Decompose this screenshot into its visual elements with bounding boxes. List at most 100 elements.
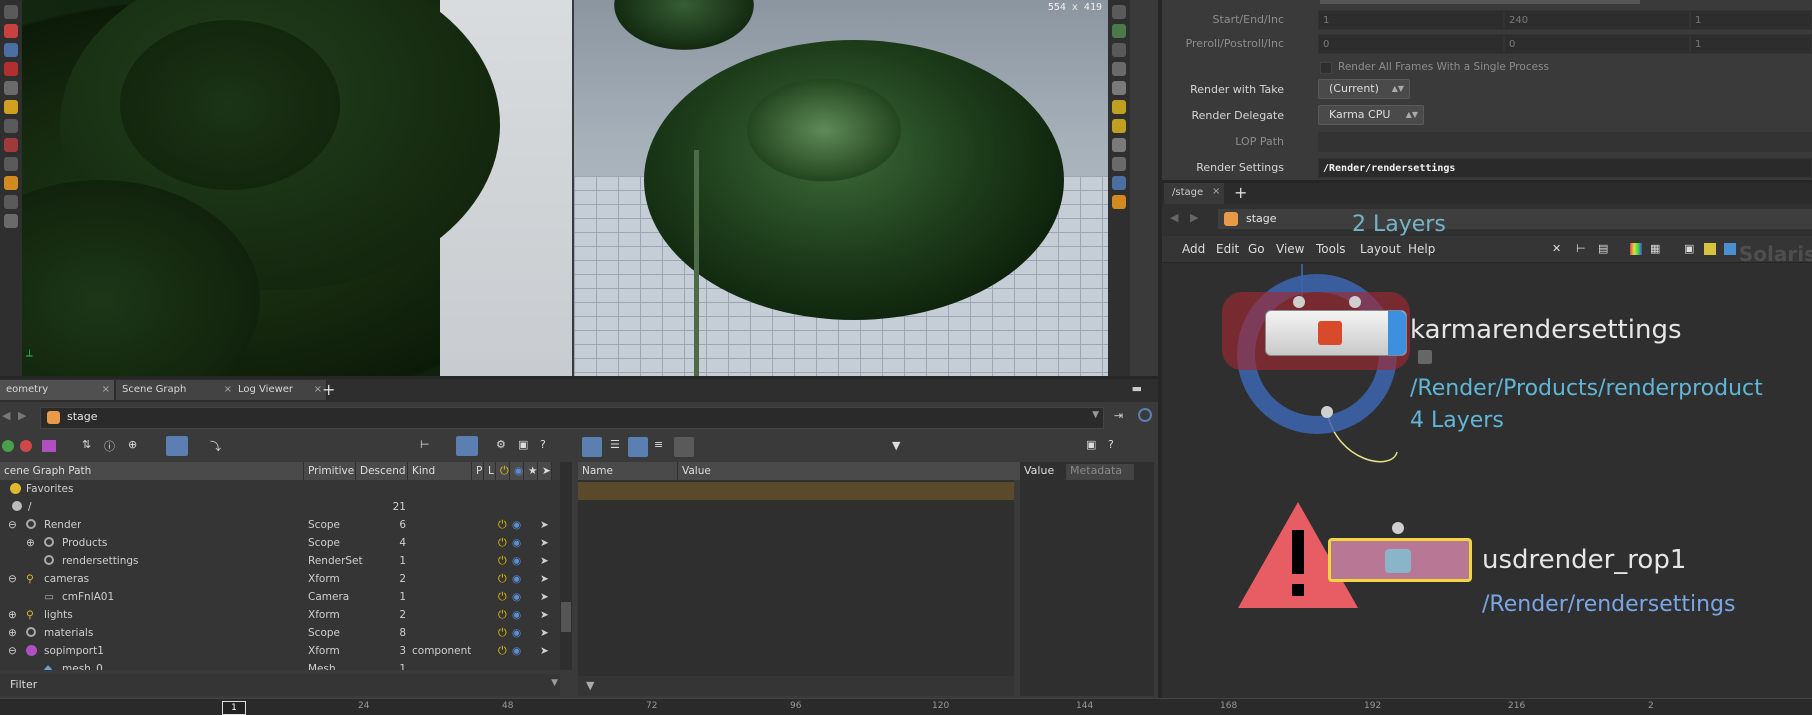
camera-save-icon[interactable]: ▣ (518, 438, 528, 451)
brush-tool-icon[interactable] (4, 138, 18, 152)
help-icon[interactable]: ? (1108, 438, 1114, 451)
select-icon[interactable]: ➤ (540, 588, 549, 606)
table-row[interactable]: rendersettings RenderSet 1 ⏻ ◉ ➤ (0, 552, 560, 570)
expand-toggle-icon[interactable]: ⊖ (8, 516, 17, 534)
table-row[interactable]: / 21 (0, 498, 560, 516)
back-icon[interactable]: ◀ (2, 409, 10, 422)
active-icon[interactable]: ⏻ (498, 642, 507, 660)
lop-path-field[interactable] (1318, 132, 1812, 152)
display-flag[interactable] (1388, 311, 1406, 355)
table-row[interactable]: ⊕ ⚲ lights Xform 2 ⏻ ◉ ➤ (0, 606, 560, 624)
tab-geometry-spreadsheet[interactable]: eometry Spreadsheet× (0, 380, 115, 415)
col-load[interactable]: L (484, 462, 496, 480)
expand-toggle-icon[interactable]: ⊕ (26, 534, 35, 552)
active-icon[interactable]: ⏻ (498, 552, 507, 570)
timeline[interactable]: 1 24 48 72 96 120 144 168 192 216 2 (0, 698, 1812, 715)
selected-property-row[interactable] (578, 482, 1014, 500)
expand-toggle-icon[interactable]: ⊕ (8, 606, 17, 624)
shading-icon[interactable] (1112, 24, 1126, 38)
col-payload[interactable]: P (472, 462, 484, 480)
select-icon[interactable]: ➤ (540, 606, 549, 624)
inc-field[interactable]: 1 (1690, 10, 1812, 30)
network-editor[interactable]: /stage × + ◀ ▶ stage Add Edit Go View To… (1162, 182, 1812, 698)
active-icon[interactable]: ⏻ (498, 588, 507, 606)
vertical-divider[interactable] (1158, 0, 1162, 698)
preroll-field[interactable]: 0 (1318, 34, 1504, 54)
input-connector[interactable] (1349, 296, 1361, 308)
sort-icon[interactable]: ⇅ (82, 438, 91, 451)
search-icon[interactable]: ⊕ (128, 438, 137, 451)
expand-toggle-icon[interactable]: ⊖ (8, 570, 17, 588)
tab-metadata[interactable]: Metadata (1066, 464, 1134, 480)
funnel-icon[interactable]: ▼ (586, 679, 594, 692)
end-field[interactable]: 240 (1504, 10, 1690, 30)
handle-tool-icon[interactable] (4, 81, 18, 95)
rows-view-icon[interactable]: ≡ (654, 438, 663, 451)
param-scrollbar[interactable] (1320, 0, 1640, 4)
table-row[interactable]: ⊕ Products Scope 4 ⏻ ◉ ➤ (0, 534, 560, 552)
view-tool-icon[interactable] (4, 119, 18, 133)
lock-camera-icon[interactable] (1112, 43, 1126, 57)
horizontal-divider[interactable] (0, 376, 1158, 379)
table-row[interactable]: ▭ cmFnlA01 Camera 1 ⏻ ◉ ➤ (0, 588, 560, 606)
render-settings-field[interactable]: /Render/rendersettings (1318, 158, 1812, 178)
col-kind[interactable]: Kind (408, 462, 472, 480)
col-power-icon[interactable]: ⏻ (496, 462, 510, 480)
visible-icon[interactable]: ◉ (512, 642, 521, 660)
expand-toggle-icon[interactable]: ⊖ (8, 642, 17, 660)
table-row[interactable]: ⊖ Render Scope 6 ⏻ ◉ ➤ (0, 516, 560, 534)
col-visibility-icon[interactable]: ◉ (510, 462, 524, 480)
render-all-frames-checkbox[interactable] (1320, 62, 1332, 74)
visible-icon[interactable]: ◉ (512, 570, 521, 588)
select-icon[interactable]: ➤ (540, 624, 549, 642)
visible-icon[interactable]: ◉ (512, 552, 521, 570)
tree-view-icon[interactable] (582, 437, 602, 457)
param-network-divider[interactable] (1162, 180, 1812, 183)
col-name[interactable]: Name (578, 462, 678, 480)
add-panel-tab-icon[interactable]: + (322, 380, 335, 399)
pin-icon[interactable]: ⇥ (1114, 409, 1123, 422)
visible-icon[interactable]: ◉ (512, 588, 521, 606)
select-icon[interactable]: ➤ (540, 516, 549, 534)
active-icon[interactable]: ⏻ (498, 606, 507, 624)
transform-view-icon[interactable] (674, 437, 694, 457)
active-icon[interactable]: ⏻ (498, 534, 507, 552)
karmarendersettings-node[interactable] (1265, 310, 1407, 356)
col-primitive[interactable]: Primitive (304, 462, 356, 480)
col-star-icon[interactable]: ★ (524, 462, 538, 480)
stage-path-field[interactable]: stage ▼ (40, 407, 1104, 429)
visibility-icon[interactable] (2, 440, 14, 452)
active-icon[interactable]: ⏻ (498, 624, 507, 642)
tree-scrollbar[interactable] (560, 462, 572, 670)
move-tool-icon[interactable] (4, 24, 18, 38)
roll-inc-field[interactable]: 1 (1690, 34, 1812, 54)
list-view-icon[interactable]: ☰ (610, 438, 620, 451)
collection-icon[interactable] (42, 440, 56, 452)
select-tool-icon[interactable] (4, 5, 18, 19)
info-icon[interactable]: ⓘ (104, 438, 115, 454)
input-connector[interactable] (1293, 296, 1305, 308)
current-frame-marker[interactable]: 1 (222, 701, 246, 715)
scene-graph-tree[interactable]: Favorites / 21 ⊖ Render Scope 6 ⏻ ◉ ➤ ⊕ … (0, 480, 560, 670)
output-connector[interactable] (1321, 406, 1333, 418)
help-icon[interactable]: ? (540, 438, 546, 451)
usdrender-rop-node[interactable] (1328, 538, 1472, 582)
layout-icon[interactable] (1112, 176, 1126, 190)
display-primitive-icon[interactable] (456, 436, 478, 456)
render-region-icon[interactable] (4, 176, 18, 190)
expand-icon[interactable]: ⤵ (210, 438, 221, 454)
scale-tool-icon[interactable] (4, 62, 18, 76)
active-icon[interactable]: ⏻ (498, 516, 507, 534)
light-icon[interactable] (1112, 119, 1126, 133)
headlight-icon[interactable] (1112, 100, 1126, 114)
viewport-left[interactable]: ⟂ (0, 0, 572, 376)
forward-icon[interactable]: ▶ (18, 409, 26, 422)
property-filter-bar[interactable]: ▼ (578, 676, 1014, 696)
visible-icon[interactable]: ◉ (512, 534, 521, 552)
hierarchy-icon[interactable]: ⊢ (420, 438, 430, 451)
snap-tool-icon[interactable] (4, 157, 18, 171)
rop-input-connector[interactable] (1392, 522, 1404, 534)
funnel-icon[interactable]: ▼ (892, 439, 900, 452)
select-icon[interactable]: ➤ (540, 570, 549, 588)
link-icon[interactable] (1138, 408, 1152, 422)
